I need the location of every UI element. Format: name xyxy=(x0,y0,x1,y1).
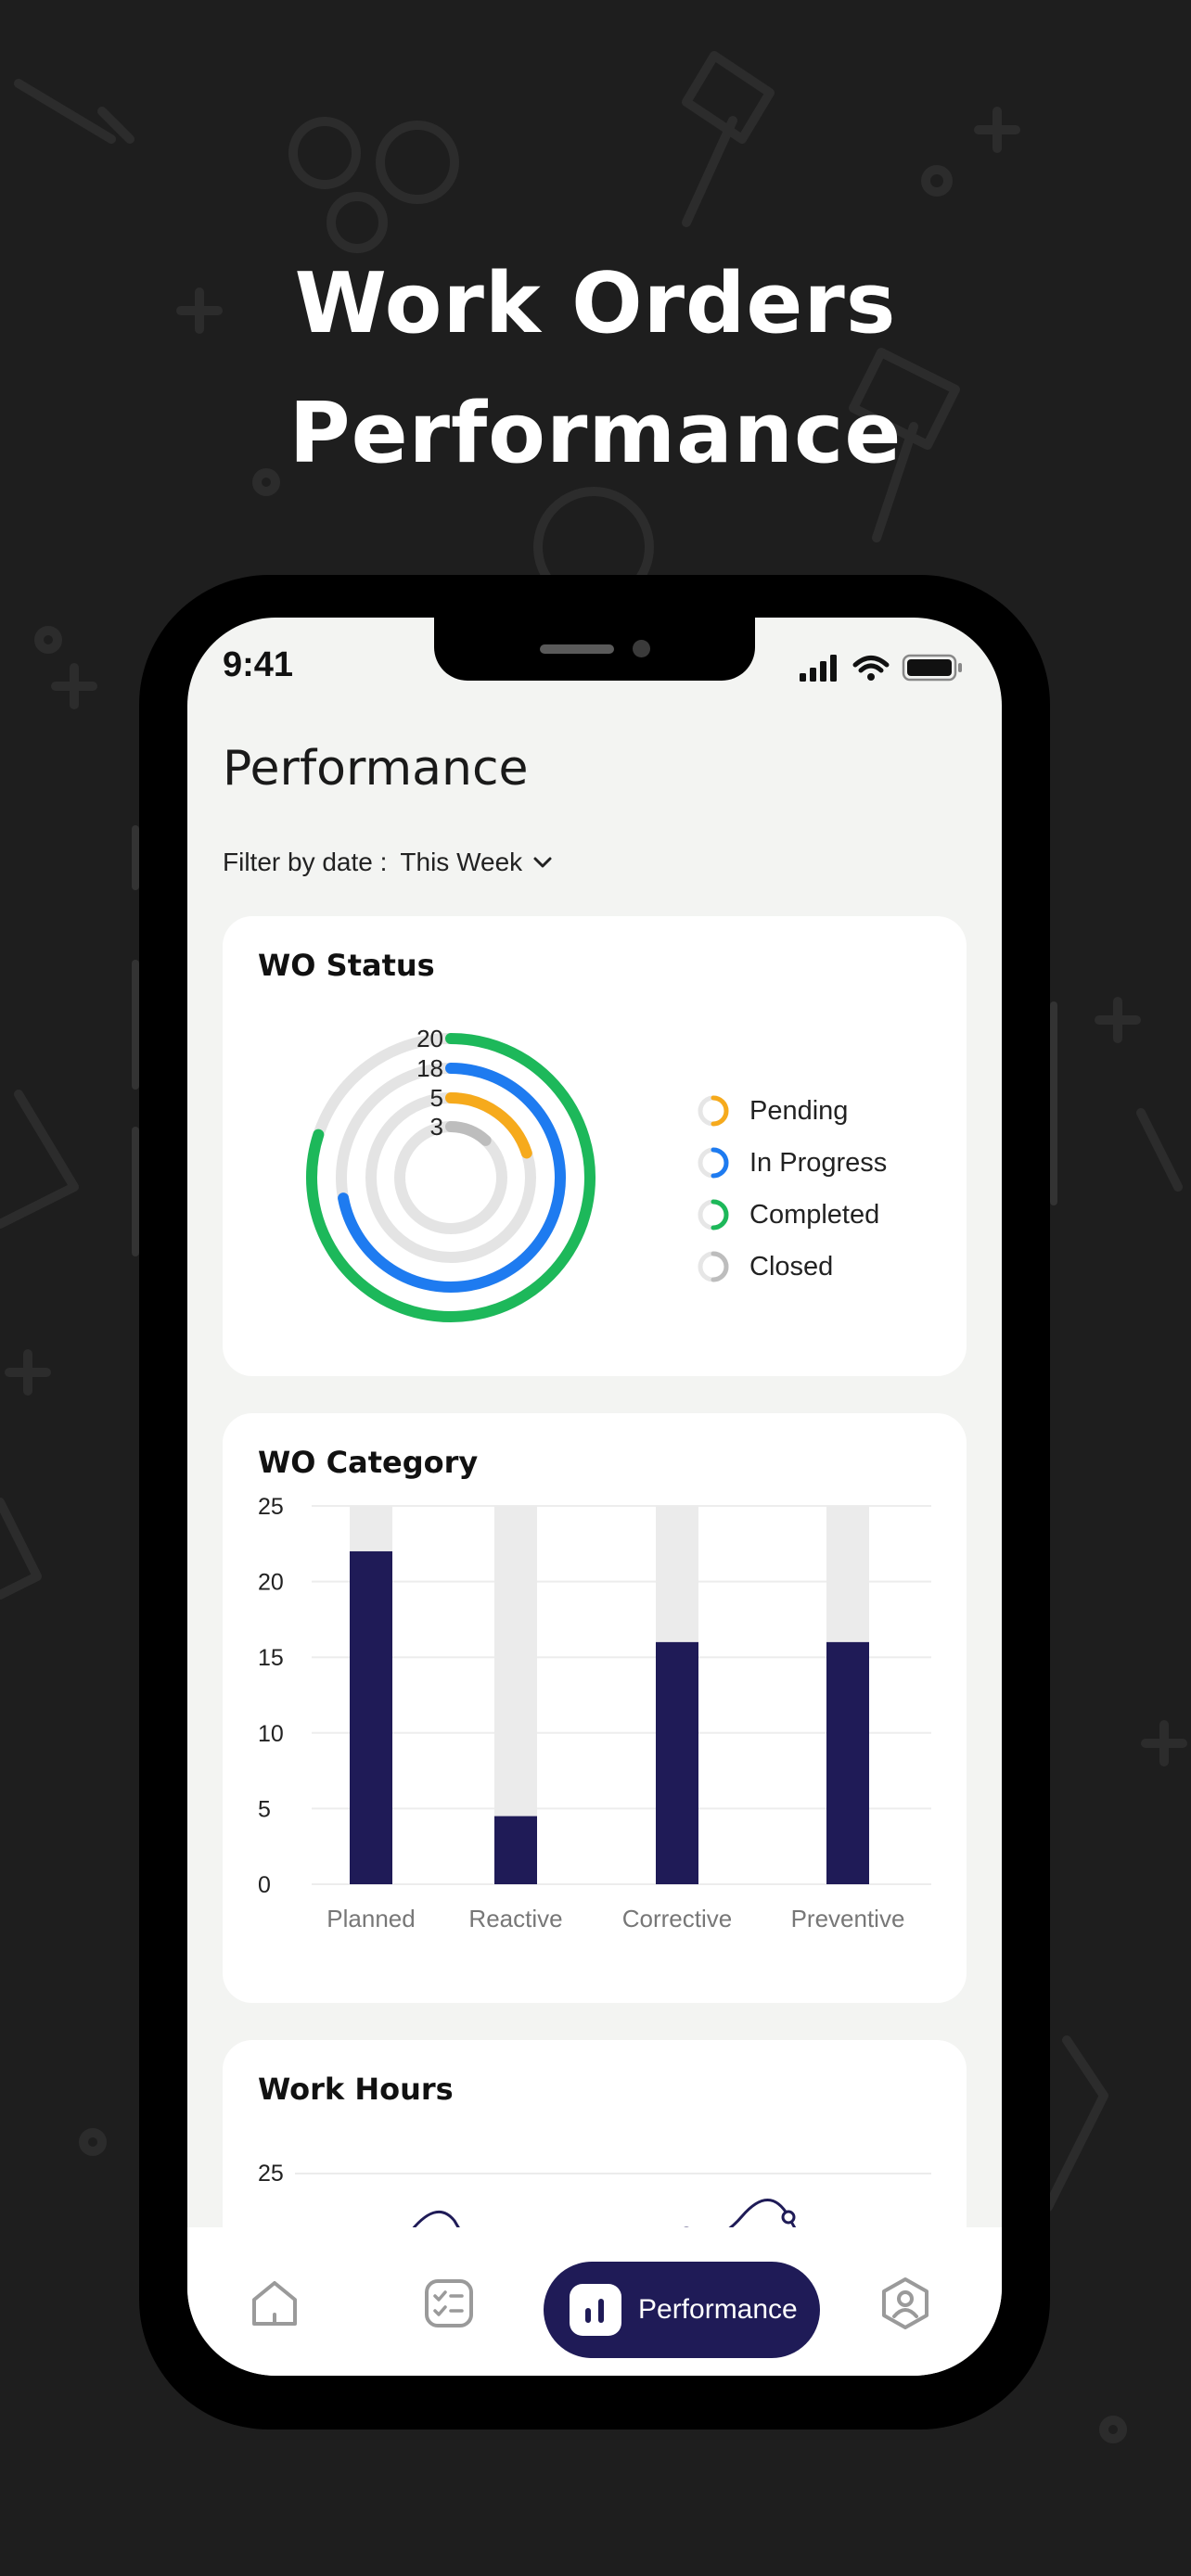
legend-item-completed: Completed xyxy=(696,1189,887,1241)
date-filter[interactable]: Filter by date : This Week xyxy=(223,848,554,877)
headline-line-2: Performance xyxy=(288,385,903,482)
bar-ytick-label: 5 xyxy=(258,1796,271,1822)
phone-volume-down xyxy=(132,1127,139,1256)
bar-xtick-label: Planned xyxy=(327,1905,415,1932)
legend-item-pending: Pending xyxy=(696,1085,887,1137)
legend-label: In Progress xyxy=(749,1147,888,1178)
bar-xtick-label: Reactive xyxy=(468,1905,562,1932)
profile-icon[interactable] xyxy=(877,2276,933,2331)
wo-category-card: WO Category 0 5 10 15 20 25 Planned Reactive Cor… xyxy=(223,1413,967,2003)
speaker xyxy=(540,644,614,654)
legend-marker xyxy=(698,1095,729,1127)
phone-power-button xyxy=(1050,1001,1057,1205)
front-camera xyxy=(633,640,650,657)
headline-line-1: Work Orders xyxy=(294,255,897,352)
bar-preventive xyxy=(826,1641,869,1884)
legend-label: Closed xyxy=(749,1251,834,1282)
legend-marker xyxy=(698,1147,729,1179)
filter-value[interactable]: This Week xyxy=(400,848,522,877)
page-title: Performance xyxy=(223,741,529,797)
work-hours-title: Work Hours xyxy=(258,2072,454,2107)
bar-ytick-label: 25 xyxy=(258,1494,284,1520)
work-hours-ytick: 25 xyxy=(258,2161,284,2187)
bar-reactive xyxy=(494,1816,537,1884)
phone-volume-up xyxy=(132,960,139,1090)
status-time: 9:41 xyxy=(223,645,294,684)
battery-icon xyxy=(902,654,962,682)
home-icon[interactable] xyxy=(247,2276,302,2331)
tab-performance[interactable]: Performance xyxy=(544,2262,820,2358)
radial-value-label: 5 xyxy=(430,1084,443,1112)
phone-frame: 9:41 Performance Filter by date: This W… xyxy=(139,575,1050,2429)
headline: Work Orders Performance xyxy=(0,239,1191,499)
radial-bar-closed xyxy=(445,1121,492,1146)
legend-item-in-progress: In Progress xyxy=(696,1137,887,1189)
wifi-icon xyxy=(852,656,890,673)
bar-ytick-label: 10 xyxy=(258,1721,284,1747)
bar-xtick-label: Preventive xyxy=(791,1905,905,1932)
checklist-icon[interactable] xyxy=(421,2276,477,2331)
radial-value-label: 3 xyxy=(430,1113,443,1141)
wo-category-bar-chart: 0 5 10 15 20 25 Planned Reactive Corrective Preve… xyxy=(258,1494,931,1932)
filter-label: Filter by date : xyxy=(223,848,388,876)
chevron-down-icon[interactable] xyxy=(531,855,554,870)
radial-value-label: 20 xyxy=(416,1025,443,1052)
wo-status-legend: Pending In Progress Completed Closed xyxy=(696,1085,887,1293)
phone-silent-switch xyxy=(132,825,139,890)
bar-ytick-label: 15 xyxy=(258,1645,284,1671)
radial-value-label: 18 xyxy=(416,1054,443,1082)
bar-planned xyxy=(350,1550,392,1884)
legend-marker xyxy=(698,1199,729,1231)
status-icons xyxy=(800,653,967,687)
bar-ytick-label: 0 xyxy=(258,1872,271,1898)
notch xyxy=(434,618,755,681)
bar-chart-icon xyxy=(570,2284,621,2336)
legend-item-closed: Closed xyxy=(696,1241,887,1293)
work-hours-point xyxy=(781,2210,796,2225)
legend-label: Completed xyxy=(749,1199,880,1230)
signal-icon xyxy=(800,655,837,682)
bar-corrective xyxy=(656,1641,698,1884)
wo-category-title: WO Category xyxy=(258,1445,479,1480)
bar-xtick-label: Corrective xyxy=(622,1905,732,1932)
wo-status-radial-chart: 201853 xyxy=(306,1025,596,1322)
app-screen: 9:41 Performance Filter by date: This W… xyxy=(187,618,1002,2376)
wo-status-card: WO Status 20 18 5 3 Pending In Progress Compl… xyxy=(223,916,967,1376)
bottom-tab-bar: Performance xyxy=(187,2227,1002,2376)
legend-marker xyxy=(698,1251,729,1282)
bar-ytick-label: 20 xyxy=(258,1570,284,1596)
tab-performance-label: Performance xyxy=(638,2294,798,2325)
legend-label: Pending xyxy=(749,1095,849,1126)
